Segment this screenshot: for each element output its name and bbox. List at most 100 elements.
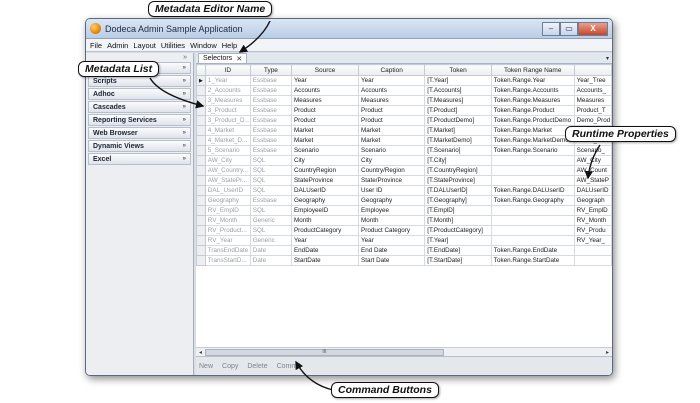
row-selector[interactable]: ▶ [196,75,206,86]
scroll-right-icon[interactable]: ▸ [603,349,612,356]
cell-caption[interactable]: Year [358,75,426,86]
table-row[interactable]: RV_Product... SQL ProductCategory Product C… [196,225,612,236]
cell-token-range-name[interactable]: Token.Range.Geography [490,195,575,206]
cell-extra[interactable]: RV_Produ [573,225,612,236]
cell-source[interactable]: EndDate [290,245,360,256]
cell-token-range-name[interactable]: Token.Range.Scenario [490,145,575,156]
table-row[interactable]: 3_Product Essbase Product Product [T.Product… [196,105,612,116]
cell-caption[interactable]: Year [358,235,426,246]
cell-caption[interactable]: User ID [358,185,426,196]
table-row[interactable]: DAL_UserID SQL DALUserID User ID [T.DALUserI… [196,185,612,196]
cell-token-range-name[interactable]: Token.Range.ProductDemo [490,115,575,126]
row-selector[interactable] [196,195,206,206]
cell-type[interactable]: SQL [249,225,292,236]
cell-id[interactable]: AW_City [204,155,251,166]
cell-extra[interactable]: Year_Tree [573,75,612,86]
cell-token-range-name[interactable]: Token.Range.Year [490,75,575,86]
table-row[interactable]: AW_StatePr... SQL StateProvince State/Provi… [196,175,612,186]
cell-type[interactable]: Essbase [249,75,292,86]
cell-id[interactable]: 2_Accounts [204,85,251,96]
menu-window[interactable]: Window [190,41,217,50]
table-row[interactable]: AW_Country... SQL CountryRegion Country/Reg… [196,165,612,176]
cell-caption[interactable]: Employee [358,205,426,216]
cell-type[interactable]: Generic [249,235,292,246]
cell-token-range-name[interactable] [490,205,575,216]
cell-extra[interactable]: Measures [573,95,612,106]
cell-id[interactable]: RV_Product... [204,225,251,236]
row-selector[interactable] [196,125,206,136]
row-selector[interactable] [196,215,206,226]
cell-token[interactable]: [T.ProductCategory] [424,225,492,236]
cell-caption[interactable]: Product [358,115,426,126]
cell-caption[interactable]: Month [358,215,426,226]
cell-type[interactable]: Date [249,255,292,266]
column-header-token[interactable]: Token [424,64,492,76]
cell-id[interactable]: 4_Market [204,125,251,136]
close-icon[interactable]: ✕ [236,55,242,63]
cell-caption[interactable]: State/Province [358,175,426,186]
cell-caption[interactable]: Country/Region [358,165,426,176]
chevron-down-icon[interactable]: ▾ [606,55,609,62]
cell-token[interactable]: [T.MarketDemo] [424,135,492,146]
column-header-extra[interactable] [573,64,612,76]
table-row[interactable]: RV_EmplD SQL EmployeeID Employee [T.EmplD] RV… [196,205,612,216]
cell-type[interactable]: Essbase [249,115,292,126]
table-row[interactable]: 2_Accounts Essbase Accounts Accounts [T.Acco… [196,85,612,96]
cell-token[interactable]: [T.Scenario] [424,145,492,156]
cell-extra[interactable] [573,255,612,266]
column-header-token-range-name[interactable]: Token Range Name [490,64,575,76]
cell-token[interactable]: [T.Market] [424,125,492,136]
row-selector[interactable] [196,95,206,106]
cell-id[interactable]: 4_Market_D... [204,135,251,146]
table-row[interactable]: TransStartD... Date StartDate Start Date [T.… [196,255,612,266]
cell-caption[interactable]: Product Category [358,225,426,236]
cell-id[interactable]: AW_StatePr... [204,175,251,186]
row-selector[interactable] [196,225,206,236]
cell-token-range-name[interactable]: Token.Range.DALUserID [490,185,575,196]
cell-token-range-name[interactable]: Token.Range.EndDate [490,245,575,256]
cell-id[interactable]: DAL_UserID [204,185,251,196]
cell-extra[interactable]: RV_Month [573,215,612,226]
cell-token[interactable]: [T.Geography] [424,195,492,206]
cell-source[interactable]: StartDate [290,255,360,266]
row-selector[interactable] [196,205,206,216]
cell-caption[interactable]: Measures [358,95,426,106]
cell-token-range-name[interactable]: Token.Range.StartDate [490,255,575,266]
table-row[interactable]: TransEndDate Date EndDate End Date [T.EndDat… [196,245,612,256]
cell-token[interactable]: [T.StartDate] [424,255,492,266]
cell-id[interactable]: RV_EmplD [204,205,251,216]
sidebar-item-dynamic-views[interactable]: Dynamic Views » [88,140,191,152]
cell-caption[interactable]: End Date [358,245,426,256]
cell-source[interactable]: Product [290,115,360,126]
cell-id[interactable]: 3_Measures [204,95,251,106]
sidebar-item-reporting-services[interactable]: Reporting Services » [88,114,191,126]
cell-token-range-name[interactable]: Token.Range.Measures [490,95,575,106]
scroll-track[interactable]: III [205,348,603,356]
cell-token-range-name[interactable] [490,225,575,236]
table-row[interactable]: 5_Scenario Essbase Scenario Scenario [T.Scen… [196,145,612,156]
row-selector[interactable] [196,245,206,256]
column-header-type[interactable]: Type [249,64,292,76]
cell-source[interactable]: StateProvince [290,175,360,186]
cell-token-range-name[interactable] [490,165,575,176]
cell-token-range-name[interactable]: Token.Range.Accounts [490,85,575,96]
table-row[interactable]: RV_Month Generic Month Month [T.Month] RV_Mon… [196,215,612,226]
column-header-id[interactable]: ID [204,64,251,76]
row-selector[interactable] [196,145,206,156]
cell-token[interactable]: [T.Accounts] [424,85,492,96]
maximize-button[interactable]: ▭ [560,21,578,36]
cell-caption[interactable]: Scenario [358,145,426,156]
row-selector[interactable] [196,175,206,186]
cell-source[interactable]: Month [290,215,360,226]
cell-extra[interactable]: AW_StateP [573,175,612,186]
cell-extra[interactable]: RV_EmplD [573,205,612,216]
cell-type[interactable]: Essbase [249,105,292,116]
cell-type[interactable]: SQL [249,185,292,196]
cell-source[interactable]: City [290,155,360,166]
table-row[interactable]: 3_Measures Essbase Measures Measures [T.Meas… [196,95,612,106]
cell-type[interactable]: SQL [249,175,292,186]
cell-type[interactable]: Essbase [249,135,292,146]
table-row[interactable]: 4_Market Essbase Market Market [T.Market] Tok… [196,125,612,136]
cell-type[interactable]: Essbase [249,95,292,106]
menu-admin[interactable]: Admin [107,41,128,50]
